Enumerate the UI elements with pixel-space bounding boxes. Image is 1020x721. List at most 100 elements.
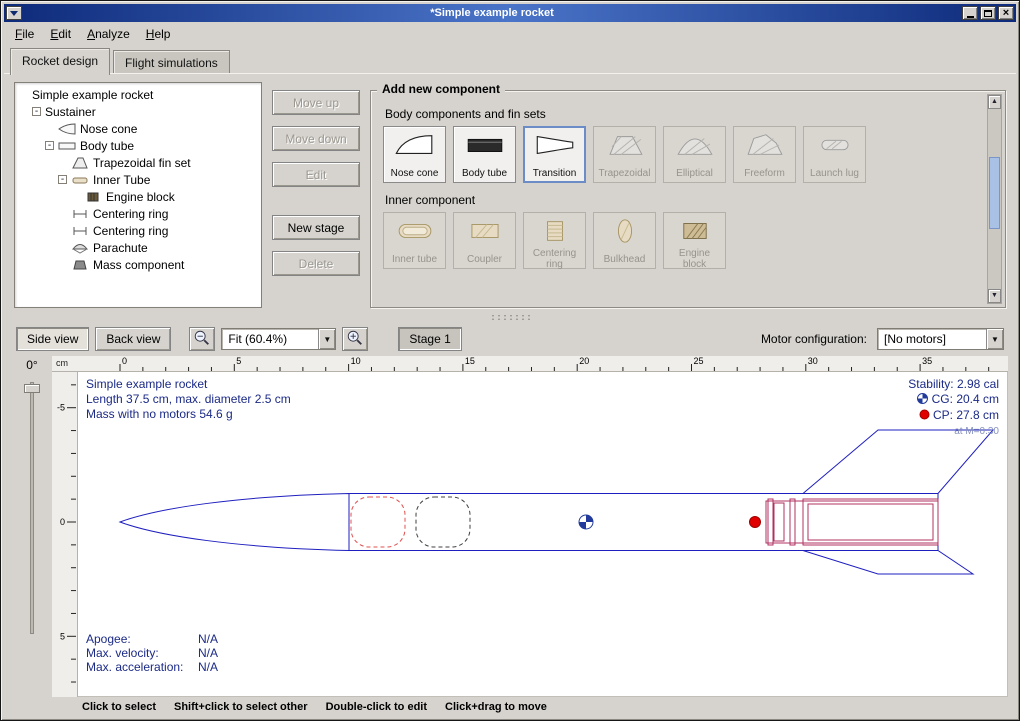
rotation-slider[interactable] [30, 382, 34, 634]
bodytube-icon [463, 131, 507, 162]
add-launch-lug-button[interactable]: Launch lug [803, 126, 866, 183]
side-view-button[interactable]: Side view [16, 327, 89, 351]
delete-button[interactable]: Delete [272, 251, 360, 276]
window-menu-icon[interactable] [6, 6, 22, 20]
tab-bar: Rocket designFlight simulations [4, 46, 1016, 74]
zoom-out-button[interactable] [189, 327, 215, 351]
menu-help[interactable]: Help [139, 24, 178, 44]
tab-rocket-design[interactable]: Rocket design [10, 48, 110, 75]
component-scrollbar[interactable]: ▲ ▼ [987, 94, 1002, 304]
svg-text:5: 5 [236, 356, 241, 366]
add-coupler-button[interactable]: Coupler [453, 212, 516, 269]
add-centering-ring-button[interactable]: Centering ring [523, 212, 586, 269]
tree-expander-icon[interactable]: - [45, 141, 54, 150]
innertube-icon [71, 174, 89, 186]
zoom-select[interactable]: Fit (60.4%) ▼ [221, 328, 336, 350]
scroll-down-icon[interactable]: ▼ [988, 289, 1001, 303]
move-up-button[interactable]: Move up [272, 90, 360, 115]
upper-fin-outline[interactable] [803, 430, 993, 494]
add-transition-button[interactable]: Transition [523, 126, 586, 183]
add-body-tube-button[interactable]: Body tube [453, 126, 516, 183]
svg-text:15: 15 [465, 356, 475, 366]
body-tube-outline[interactable] [349, 494, 938, 551]
status-hint: Double-click to edit [326, 701, 427, 713]
tree-item-parachute[interactable]: Parachute [15, 239, 261, 256]
rocket-mass: Mass with no motors 54.6 g [86, 407, 291, 422]
component-group-label: Inner component [385, 193, 979, 207]
flight-data-label: Max. velocity: [86, 646, 198, 660]
design-canvas[interactable]: Simple example rocket Length 37.5 cm, ma… [78, 372, 1008, 697]
svg-text:30: 30 [808, 356, 818, 366]
close-icon: × [1003, 8, 1009, 18]
menu-analyze[interactable]: Analyze [80, 24, 137, 44]
bulkhead-icon [603, 217, 647, 248]
scroll-up-icon[interactable]: ▲ [988, 95, 1001, 109]
tree-item-inner-tube[interactable]: -Inner Tube [15, 171, 261, 188]
add-nose-cone-button[interactable]: Nose cone [383, 126, 446, 183]
add-elliptical-button[interactable]: Elliptical [663, 126, 726, 183]
component-button-label: Centering ring [526, 248, 583, 270]
scrollbar-thumb[interactable] [989, 157, 1000, 229]
tree-item-label: Engine block [106, 190, 175, 204]
nose-cone-outline[interactable] [120, 494, 349, 551]
elliptical-icon [673, 131, 717, 162]
maximize-button[interactable] [980, 6, 996, 20]
add-component-body: Body components and fin setsNose coneBod… [383, 107, 979, 269]
add-bulkhead-button[interactable]: Bulkhead [593, 212, 656, 269]
tree-item-engine-block[interactable]: Engine block [15, 188, 261, 205]
zoom-in-button[interactable] [342, 327, 368, 351]
rotation-slider-thumb[interactable] [24, 384, 40, 393]
add-engine-block-button[interactable]: Engine block [663, 212, 726, 269]
move-down-button[interactable]: Move down [272, 126, 360, 151]
tree-item-trapezoidal-fin-set[interactable]: Trapezoidal fin set [15, 154, 261, 171]
cg-legend-icon [917, 393, 928, 408]
parachute-icon [71, 242, 89, 254]
tree-item-sustainer[interactable]: -Sustainer [15, 103, 261, 120]
component-tree[interactable]: Simple example rocket-SustainerNose cone… [14, 82, 262, 308]
launchlug-icon [813, 131, 857, 162]
add-component-title: Add new component [377, 82, 505, 96]
tab-flight-simulations[interactable]: Flight simulations [113, 50, 230, 74]
tree-item-label: Mass component [93, 258, 184, 272]
nosecone-icon [58, 123, 76, 135]
lower-fin-outline[interactable] [803, 551, 973, 575]
add-component-panel: Add new component Body components and fi… [370, 90, 1006, 308]
tree-item-nose-cone[interactable]: Nose cone [15, 120, 261, 137]
tree-expander-icon[interactable]: - [58, 175, 67, 184]
rotation-control: 0° [12, 356, 52, 697]
chevron-down-icon[interactable]: ▼ [986, 329, 1003, 349]
stage-1-toggle[interactable]: Stage 1 [398, 327, 461, 351]
svg-text:10: 10 [351, 356, 361, 366]
mach-note: at M=0.30 [908, 424, 999, 439]
tree-expander-icon[interactable]: - [32, 107, 41, 116]
close-button[interactable]: × [998, 6, 1014, 20]
panel-splitter[interactable] [4, 312, 1016, 322]
add-inner-tube-button[interactable]: Inner tube [383, 212, 446, 269]
flight-data-label: Apogee: [86, 632, 198, 646]
tree-item-mass-component[interactable]: Mass component [15, 256, 261, 273]
status-hint: Click+drag to move [445, 701, 547, 713]
minimize-button[interactable] [962, 6, 978, 20]
tree-item-centering-ring[interactable]: Centering ring [15, 222, 261, 239]
tree-item-simple-example-rocket[interactable]: Simple example rocket [15, 86, 261, 103]
magnifier-minus-icon [193, 329, 211, 350]
chevron-down-icon[interactable]: ▼ [318, 329, 335, 349]
add-trapezoidal-button[interactable]: Trapezoidal [593, 126, 656, 183]
down-arrow-icon [10, 11, 18, 16]
tree-item-body-tube[interactable]: -Body tube [15, 137, 261, 154]
svg-text:0: 0 [122, 356, 127, 366]
flight-data-row: Max. acceleration:N/A [86, 660, 218, 674]
edit-button[interactable]: Edit [272, 162, 360, 187]
motor-configuration-select[interactable]: [No motors] ▼ [877, 328, 1004, 350]
back-view-button[interactable]: Back view [95, 327, 171, 351]
magnifier-plus-icon [346, 329, 364, 350]
cg-value: 20.4 cm [956, 392, 999, 406]
new-stage-button[interactable]: New stage [272, 215, 360, 240]
add-freeform-button[interactable]: Freeform [733, 126, 796, 183]
menu-edit[interactable]: Edit [43, 24, 78, 44]
rocket-info: Simple example rocket Length 37.5 cm, ma… [86, 377, 291, 422]
tree-item-label: Centering ring [93, 224, 168, 238]
tree-item-centering-ring[interactable]: Centering ring [15, 205, 261, 222]
flight-data-row: Max. velocity:N/A [86, 646, 218, 660]
menu-file[interactable]: File [8, 24, 41, 44]
